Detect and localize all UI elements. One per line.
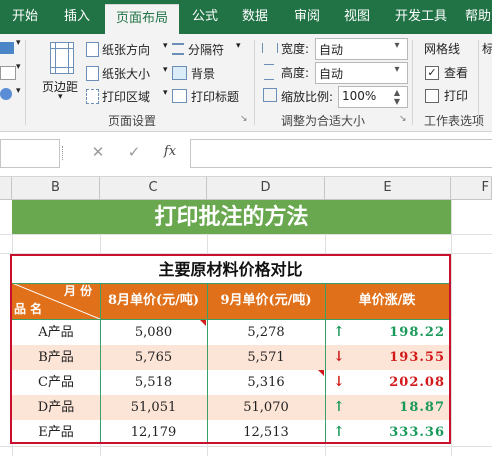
themes-fonts-icon[interactable] xyxy=(0,66,16,80)
row-header-corner xyxy=(0,177,12,199)
tab-insert[interactable]: 插入 xyxy=(52,0,102,34)
tab-data[interactable]: 数据 xyxy=(232,0,278,34)
scale-group-label: 调整为合适大小 xyxy=(281,114,366,128)
print-titles-button[interactable]: 打印标题 xyxy=(172,87,252,105)
orientation-label: 纸张方向 xyxy=(102,43,151,57)
column-header-d[interactable]: D xyxy=(207,177,325,199)
themes-effects-icon[interactable] xyxy=(0,88,12,100)
height-icon xyxy=(264,64,274,80)
tab-view[interactable]: 视图 xyxy=(334,0,380,34)
breaks-label: 分隔符 xyxy=(188,43,225,57)
size-label: 纸张大小 xyxy=(102,67,151,81)
margins-icon xyxy=(50,42,74,74)
dialog-launcher-icon[interactable]: ↘ xyxy=(399,114,407,124)
ribbon-tab-bar: 开始 插入 页面布局 公式 数据 审阅 视图 开发工具 帮助 xyxy=(0,0,492,35)
size-button[interactable]: 纸张大小 ▾ xyxy=(86,64,172,82)
column-header-e[interactable]: E xyxy=(325,177,451,199)
chevron-down-icon[interactable]: ▾ xyxy=(16,86,21,96)
sheet-banner-title: 打印批注的方法 xyxy=(12,200,451,234)
chevron-down-icon: ▾ xyxy=(58,92,63,102)
tab-developer[interactable]: 开发工具 xyxy=(386,0,456,34)
chevron-down-icon: ▾ xyxy=(163,65,168,75)
scale-label: 缩放比例: xyxy=(281,90,334,104)
gridlines-print-label: 打印 xyxy=(444,89,469,103)
ribbon-body: ▾ ▾ ▾ 页边距 ▾ 纸张方向 ▾ 纸张大小 ▾ 打印区域 ▾ 分隔符 ▾ 背… xyxy=(0,34,492,132)
column-header-bar: B C D E F xyxy=(0,177,492,200)
group-divider xyxy=(478,40,479,125)
gridlines-print-checkbox[interactable] xyxy=(425,89,439,103)
height-select[interactable]: 自动 ▾ xyxy=(315,62,408,84)
width-icon xyxy=(262,43,278,53)
chevron-down-icon[interactable]: ▾ xyxy=(16,38,21,48)
orientation-icon xyxy=(86,42,99,57)
print-area-button[interactable]: 打印区域 ▾ xyxy=(86,87,172,105)
column-header-b[interactable]: B xyxy=(12,177,100,199)
tab-page-layout[interactable]: 页面布局 xyxy=(105,4,179,35)
print-titles-label: 打印标题 xyxy=(191,90,240,104)
width-value: 自动 xyxy=(319,43,344,57)
gridlines-view-checkbox[interactable]: ✓ xyxy=(425,66,439,80)
print-area-label: 打印区域 xyxy=(102,90,151,104)
page-setup-group-label: 页面设置 xyxy=(108,114,157,128)
breaks-icon xyxy=(172,43,184,55)
tab-review[interactable]: 审阅 xyxy=(284,0,330,34)
breaks-button[interactable]: 分隔符 ▾ xyxy=(172,40,252,58)
chevron-down-icon[interactable]: ▾ xyxy=(16,62,21,72)
orientation-button[interactable]: 纸张方向 ▾ xyxy=(86,40,172,58)
chevron-down-icon: ▾ xyxy=(163,88,168,98)
group-divider xyxy=(254,40,255,125)
headings-label: 标 xyxy=(482,42,492,56)
group-divider xyxy=(412,40,413,125)
chevron-down-icon: ▾ xyxy=(236,41,241,51)
paper-size-icon xyxy=(86,66,99,81)
table-frame xyxy=(10,254,451,444)
spinner-arrows-icon: ▲ ▼ xyxy=(393,88,401,106)
height-value: 自动 xyxy=(319,67,344,81)
formula-bar-splitter[interactable] xyxy=(62,146,66,160)
tab-home[interactable]: 开始 xyxy=(0,0,50,34)
name-box[interactable] xyxy=(0,139,60,168)
scale-icon xyxy=(263,88,277,102)
picture-icon xyxy=(172,66,187,80)
chevron-down-icon: ▾ xyxy=(394,64,400,75)
grid-line xyxy=(451,200,452,456)
enter-icon[interactable]: ✓ xyxy=(122,140,146,164)
background-label: 背景 xyxy=(191,67,216,81)
gridlines-label: 网格线 xyxy=(424,42,461,56)
tab-formulas[interactable]: 公式 xyxy=(182,0,228,34)
group-divider xyxy=(25,40,26,125)
background-button[interactable]: 背景 xyxy=(172,64,242,82)
print-titles-icon xyxy=(172,89,187,103)
formula-input[interactable] xyxy=(190,139,492,168)
scale-spinner[interactable]: 100% ▲ ▼ xyxy=(338,86,408,108)
grid-line xyxy=(0,446,492,447)
print-area-icon xyxy=(86,89,99,104)
sheet-options-group-label: 工作表选项 xyxy=(424,114,485,128)
width-label: 宽度: xyxy=(281,42,310,56)
column-header-c[interactable]: C xyxy=(100,177,207,199)
gridlines-view-label: 查看 xyxy=(444,66,469,80)
width-select[interactable]: 自动 ▾ xyxy=(315,38,408,60)
height-label: 高度: xyxy=(281,66,310,80)
tab-help[interactable]: 帮助 xyxy=(458,0,492,34)
chevron-down-icon: ▾ xyxy=(394,40,400,51)
insert-function-icon[interactable]: fx xyxy=(158,140,182,164)
cancel-icon[interactable]: ✕ xyxy=(86,140,110,164)
scale-value: 100% xyxy=(342,89,377,103)
themes-colors-icon[interactable] xyxy=(0,42,14,54)
chevron-down-icon: ▾ xyxy=(163,41,168,51)
grid-line xyxy=(0,234,492,235)
margins-button[interactable]: 页边距 ▾ xyxy=(40,38,88,118)
dialog-launcher-icon[interactable]: ↘ xyxy=(240,114,248,124)
column-header-f[interactable]: F xyxy=(451,177,492,199)
